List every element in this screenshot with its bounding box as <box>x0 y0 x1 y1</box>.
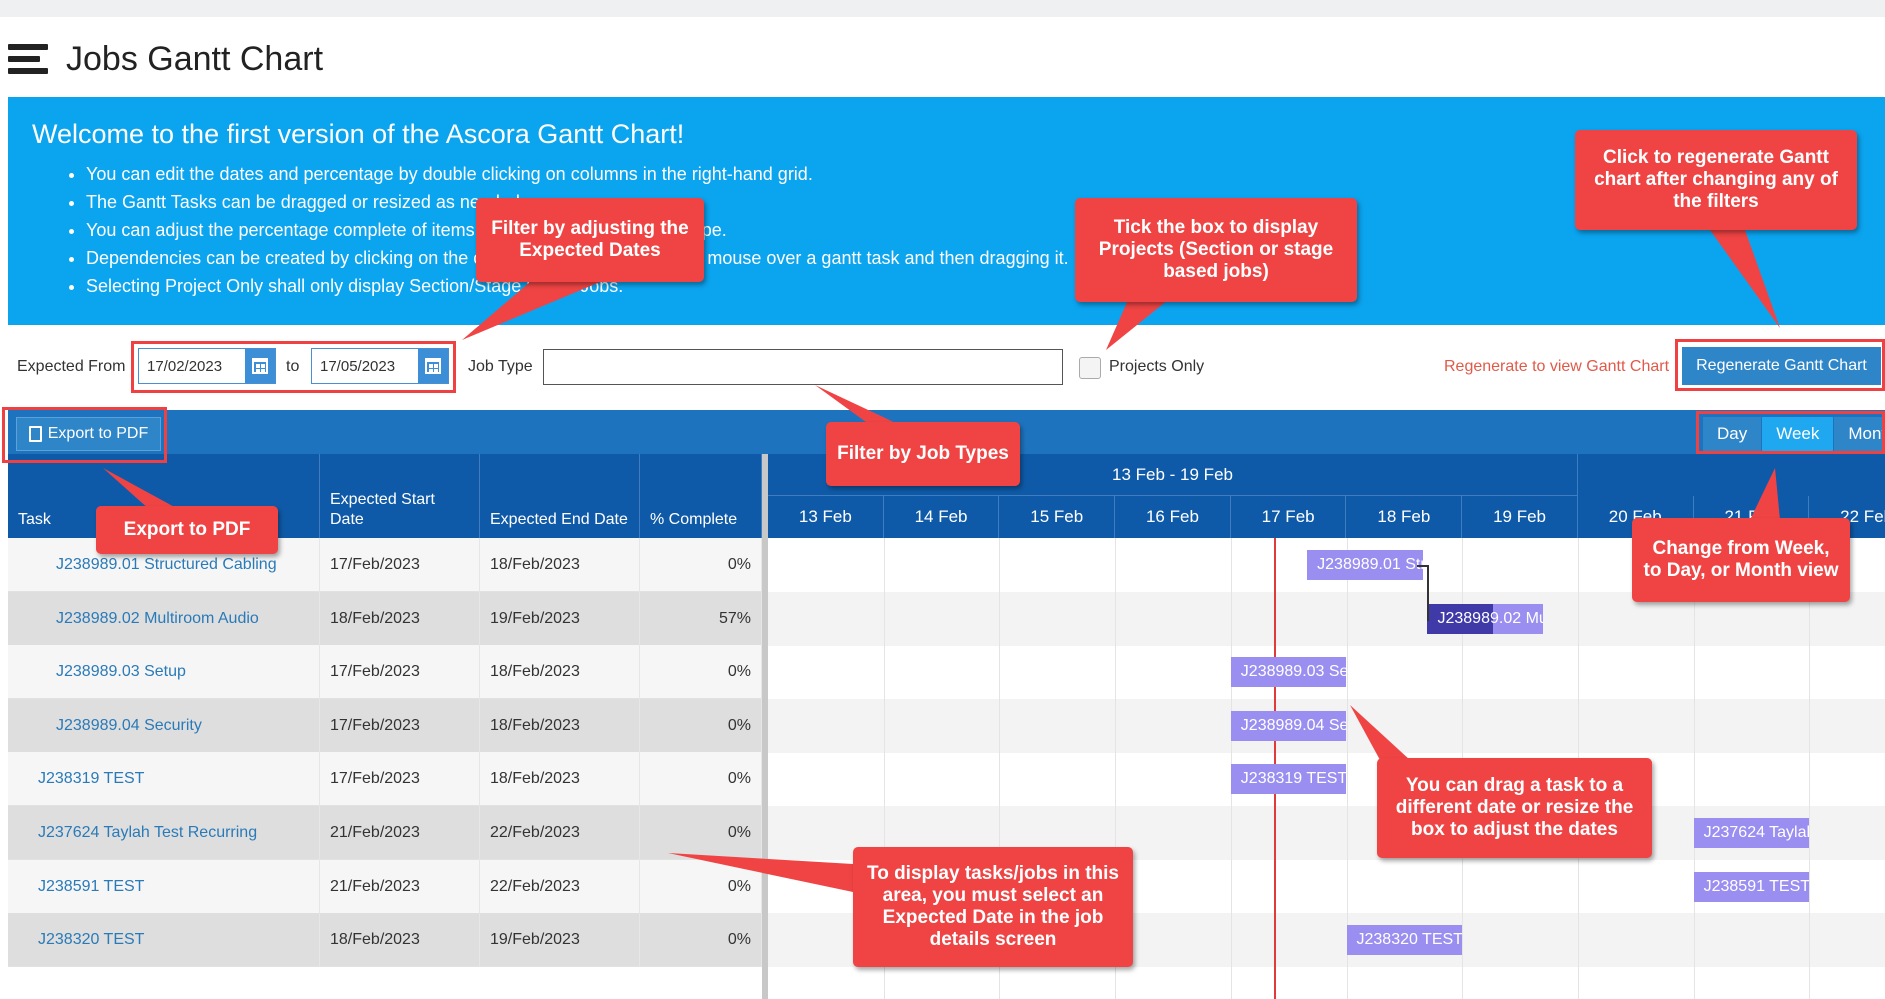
highlight-export <box>2 407 167 463</box>
gantt-task-bar[interactable]: J238591 TEST <box>1693 871 1810 902</box>
table-row[interactable]: J238989.04 Security 17/Feb/2023 18/Feb/202… <box>8 698 762 753</box>
end-date-cell[interactable]: 18/Feb/2023 <box>480 645 640 700</box>
task-name-cell[interactable]: J238320 TEST <box>8 913 320 968</box>
highlight-view-switch <box>1696 411 1885 454</box>
callout-drag-task: You can drag a task to a different date … <box>1377 758 1652 858</box>
percent-complete-cell[interactable]: 0% <box>640 645 762 700</box>
table-row[interactable]: J238989.03 Setup 17/Feb/2023 18/Feb/2023 0% <box>8 645 762 700</box>
timeline-day-header: 19 Feb <box>1462 496 1578 538</box>
column-header-end[interactable]: Expected End Date <box>480 454 640 538</box>
percent-complete-cell[interactable]: 0% <box>640 698 762 753</box>
timeline-day-header: 13 Feb <box>768 496 884 538</box>
table-row[interactable]: J238320 TEST 18/Feb/2023 19/Feb/2023 0% <box>8 913 762 968</box>
callout-regenerate: Click to regenerate Gantt chart after ch… <box>1575 130 1857 230</box>
callout-view-change: Change from Week, to Day, or Month view <box>1632 518 1850 602</box>
banner-bullet: Selecting Project Only shall only displa… <box>86 272 1861 300</box>
table-row[interactable]: J237624 Taylah Test Recurring 21/Feb/2023… <box>8 806 762 860</box>
projects-only-checkbox[interactable] <box>1079 357 1101 379</box>
callout-filter-dates: Filter by adjusting the Expected Dates <box>476 198 704 282</box>
job-type-label: Job Type <box>468 358 533 375</box>
start-date-cell[interactable]: 17/Feb/2023 <box>320 645 480 700</box>
gantt-task-bar[interactable]: J238989.03 Setup <box>1230 657 1347 688</box>
task-name-cell[interactable]: J238319 TEST <box>8 752 320 807</box>
start-date-cell[interactable]: 17/Feb/2023 <box>320 538 480 592</box>
start-date-cell[interactable]: 21/Feb/2023 <box>320 806 480 860</box>
top-strip <box>0 0 1885 17</box>
task-name-cell[interactable]: J238989.04 Security <box>8 698 320 753</box>
percent-complete-cell[interactable]: 0% <box>640 752 762 807</box>
timeline-day-header: 17 Feb <box>1231 496 1347 538</box>
end-date-cell[interactable]: 22/Feb/2023 <box>480 859 640 914</box>
gantt-task-bar[interactable]: J238319 TEST <box>1230 764 1347 795</box>
timeline-day-header: 18 Feb <box>1347 496 1463 538</box>
end-date-cell[interactable]: 19/Feb/2023 <box>480 591 640 646</box>
highlight-date-filters <box>131 341 456 393</box>
callout-projects-only: Tick the box to display Projects (Sectio… <box>1075 198 1357 302</box>
percent-complete-cell[interactable]: 0% <box>640 913 762 968</box>
gantt-task-bar[interactable]: J238989.04 Security <box>1230 710 1347 741</box>
page-header: Jobs Gantt Chart <box>8 34 323 84</box>
end-date-cell[interactable]: 18/Feb/2023 <box>480 698 640 753</box>
end-date-cell[interactable]: 18/Feb/2023 <box>480 538 640 592</box>
gantt-task-bar[interactable]: J238320 TEST <box>1346 925 1463 956</box>
projects-only-label: Projects Only <box>1109 358 1205 375</box>
hamburger-menu-icon[interactable] <box>8 39 50 79</box>
percent-complete-cell[interactable]: 0% <box>640 859 762 914</box>
banner-bullet: Dependencies can be created by clicking … <box>86 244 1861 272</box>
gantt-day-gridline <box>1693 538 1695 999</box>
task-name-cell[interactable]: J238989.03 Setup <box>8 645 320 700</box>
table-row[interactable]: J238989.02 Multiroom Audio 18/Feb/2023 19/… <box>8 591 762 646</box>
start-date-cell[interactable]: 17/Feb/2023 <box>320 752 480 807</box>
percent-complete-cell[interactable]: 0% <box>640 538 762 592</box>
task-name-cell[interactable]: J238989.02 Multiroom Audio <box>8 591 320 646</box>
dependency-connector[interactable] <box>1416 565 1429 621</box>
timeline-day-header: 16 Feb <box>1115 496 1231 538</box>
table-row[interactable]: J238591 TEST 21/Feb/2023 22/Feb/2023 0% <box>8 859 762 914</box>
callout-export-pdf: Export to PDF <box>96 506 278 554</box>
percent-complete-cell[interactable]: 57% <box>640 591 762 646</box>
task-name-cell[interactable]: J237624 Taylah Test Recurring <box>8 806 320 860</box>
regenerate-hint: Regenerate to view Gantt Chart <box>1444 358 1670 375</box>
page-root: { "page": { "title": "Jobs Gantt Chart" … <box>0 0 1885 999</box>
callout-job-types: Filter by Job Types <box>826 422 1020 486</box>
callout-expected-date: To display tasks/jobs in this area, you … <box>853 847 1133 967</box>
task-name-cell[interactable]: J238591 TEST <box>8 859 320 914</box>
gantt-day-gridline <box>1809 538 1811 999</box>
highlight-regenerate <box>1675 339 1885 391</box>
column-header-start[interactable]: Expected Start Date <box>320 454 480 538</box>
end-date-cell[interactable]: 18/Feb/2023 <box>480 752 640 807</box>
end-date-cell[interactable]: 22/Feb/2023 <box>480 806 640 860</box>
timeline-day-header: 14 Feb <box>884 496 1000 538</box>
start-date-cell[interactable]: 21/Feb/2023 <box>320 859 480 914</box>
start-date-cell[interactable]: 18/Feb/2023 <box>320 591 480 646</box>
page-title: Jobs Gantt Chart <box>66 39 324 78</box>
job-type-input[interactable] <box>543 349 1063 385</box>
start-date-cell[interactable]: 17/Feb/2023 <box>320 698 480 753</box>
expected-from-label: Expected From <box>17 358 126 375</box>
table-row[interactable]: J238319 TEST 17/Feb/2023 18/Feb/2023 0% <box>8 752 762 807</box>
gantt-task-bar[interactable]: J238989.01 Structured Cabling <box>1307 550 1423 580</box>
column-header-complete[interactable]: % Complete <box>640 454 762 538</box>
end-date-cell[interactable]: 19/Feb/2023 <box>480 913 640 968</box>
start-date-cell[interactable]: 18/Feb/2023 <box>320 913 480 968</box>
percent-complete-cell[interactable]: 0% <box>640 806 762 860</box>
timeline-day-header: 15 Feb <box>999 496 1116 538</box>
gantt-task-bar[interactable]: J237624 Taylah Test Recurring <box>1693 818 1810 848</box>
gantt-task-bar[interactable]: J238989.02 Multiroom Audio <box>1427 603 1544 634</box>
